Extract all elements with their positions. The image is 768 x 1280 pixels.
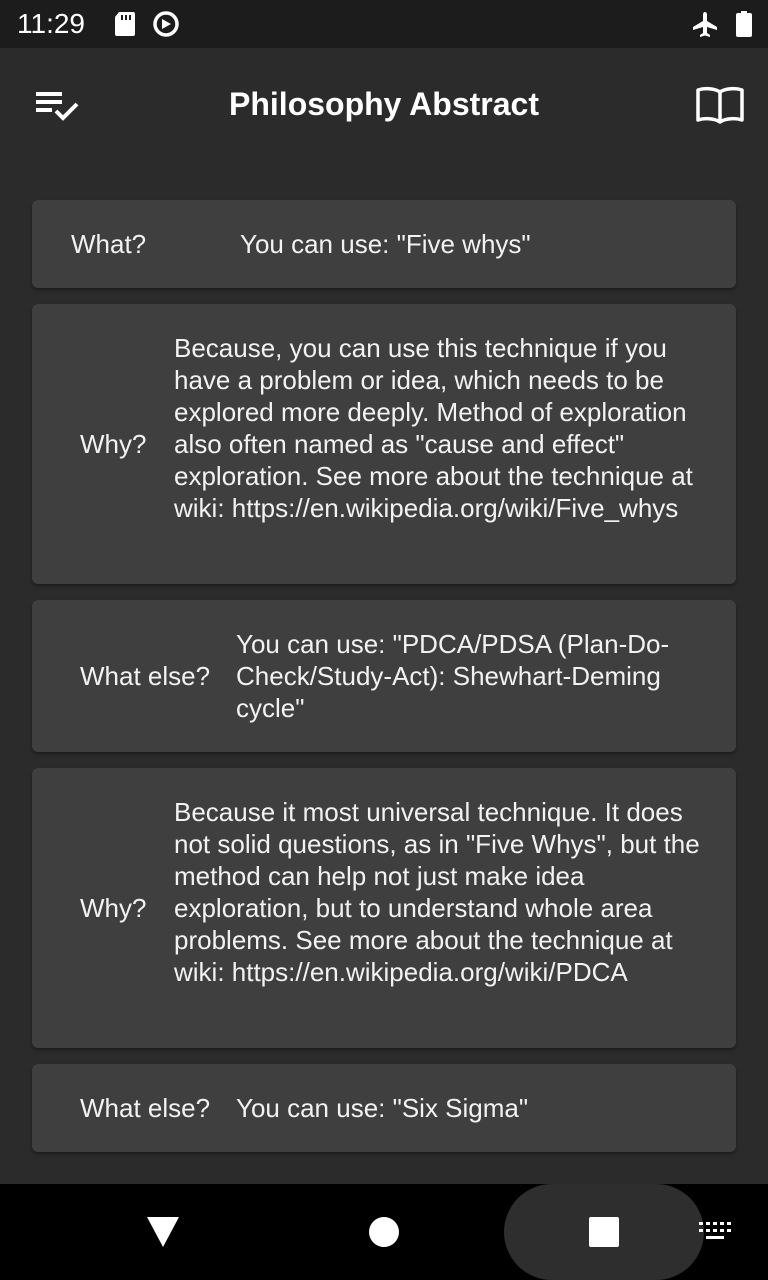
answer-text: You can use: "PDCA/PDSA (Plan-Do-Check/S… xyxy=(236,629,670,723)
question-label: Why? xyxy=(80,429,147,459)
list-item[interactable]: Why? Because it most universal technique… xyxy=(32,768,736,1048)
question-label: What else? xyxy=(80,661,211,691)
list-item[interactable]: What else? You can use: "Six Sigma" xyxy=(32,1064,736,1152)
keyboard-icon[interactable] xyxy=(698,1220,732,1249)
question-label: What? xyxy=(71,229,147,259)
page-title: Philosophy Abstract xyxy=(229,86,539,122)
book-icon[interactable] xyxy=(696,84,744,124)
answer-text: You can use: "Five whys" xyxy=(240,229,531,259)
airplane-mode-icon xyxy=(691,10,719,38)
recents-square-icon[interactable] xyxy=(588,1216,620,1253)
answer-text: You can use: "Six Sigma" xyxy=(236,1093,529,1123)
list-item[interactable]: Why? Because, you can use this technique… xyxy=(32,304,736,584)
app-bar: Philosophy Abstract xyxy=(0,48,768,160)
sd-card-icon xyxy=(111,10,139,38)
sync-circle-icon xyxy=(152,10,180,38)
answer-text: Because it most universal technique. It … xyxy=(174,797,700,987)
list-item[interactable]: What else? You can use: "PDCA/PDSA (Plan… xyxy=(32,600,736,752)
answer-text: Because, you can use this technique if y… xyxy=(174,333,693,523)
status-bar: 11:29 xyxy=(0,0,768,48)
back-triangle-icon[interactable] xyxy=(146,1216,180,1253)
home-circle-icon[interactable] xyxy=(368,1216,400,1253)
status-time: 11:29 xyxy=(17,8,85,39)
navigation-bar xyxy=(0,1184,768,1280)
question-label: Why? xyxy=(80,893,147,923)
list-item[interactable]: What? You can use: "Five whys" xyxy=(32,200,736,288)
question-label: What else? xyxy=(80,1093,211,1123)
battery-icon xyxy=(730,10,758,38)
